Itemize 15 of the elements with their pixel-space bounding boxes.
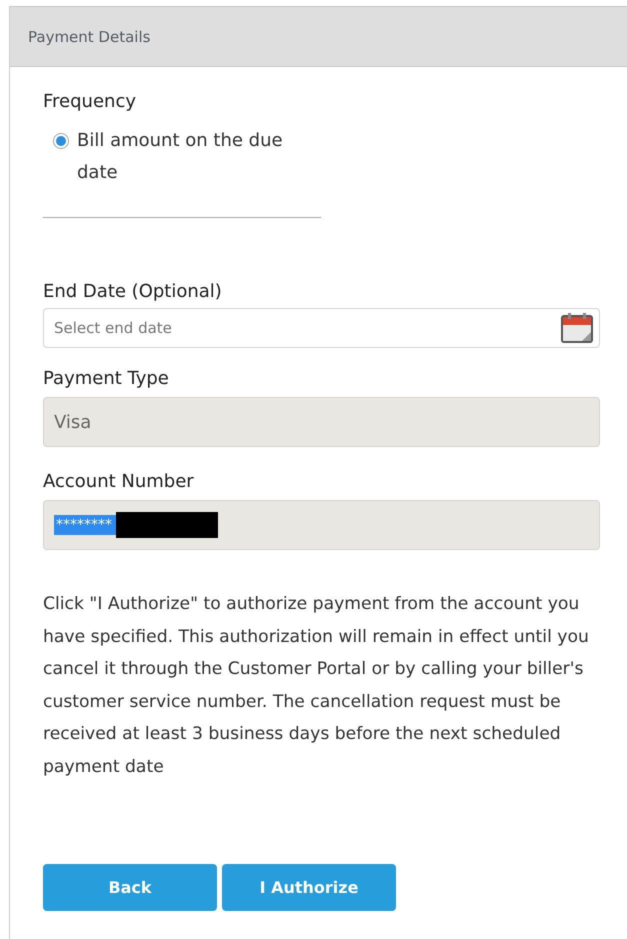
field-label: Account Number [43,471,195,492]
authorization-notice: Click "I Authorize" to authorize payment from the account you have specified. This authorization will remain in effect until you cancel it through the Customer Portal or by calling your biller's customer service number. The cancellation request must be received at least 3 business days before the next scheduled payment date [43,593,590,779]
panel-title: Payment Details [28,28,150,46]
calendar-icon[interactable] [560,312,594,344]
field-label: Frequency [43,91,137,112]
account-number-field[interactable]: ******** [43,500,600,550]
radio-label: Bill amount on the due date [77,129,284,185]
radio-button[interactable] [53,133,69,149]
date-field[interactable]: Select end date [43,308,600,348]
field-label: Payment Type [43,368,170,389]
payment-type-field[interactable]: Visa [43,397,600,447]
authorize-button[interactable]: I Authorize [222,864,396,911]
account-number-text: ******** [54,515,116,535]
field-label: End Date (Optional) [43,281,223,302]
back-button[interactable]: Back [43,864,217,911]
